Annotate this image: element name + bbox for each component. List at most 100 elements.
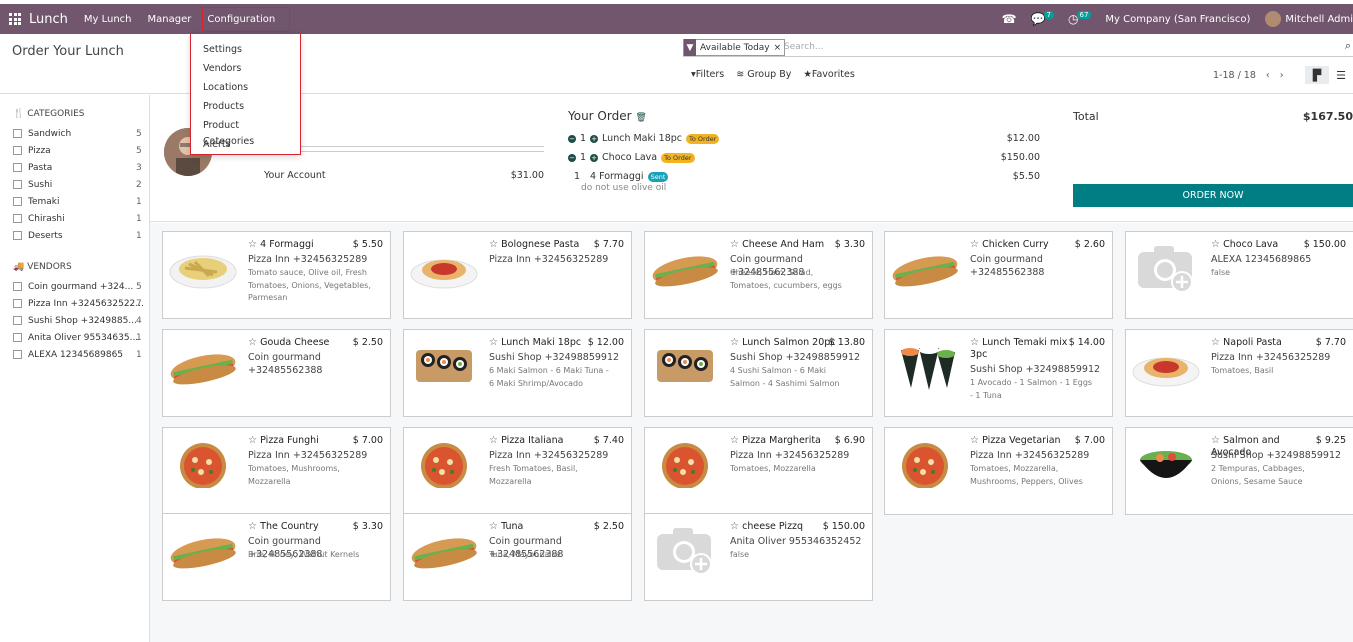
filters-button[interactable]: ▾Filters [691, 69, 724, 80]
product-card[interactable]: ☆ Chicken Curry $ 2.60 Coin gourmand +3248… [884, 231, 1113, 319]
favorite-star-icon[interactable]: ☆ [489, 521, 501, 532]
menu-configuration[interactable]: Configuration [202, 6, 291, 32]
checkbox[interactable] [13, 299, 22, 308]
group-by-button[interactable]: ≋ Group By [736, 69, 791, 80]
category-filter-row[interactable]: Chirashi 1 [0, 210, 149, 227]
product-card[interactable]: ☆ 4 Formaggi $ 5.50 Pizza Inn +32456325289… [162, 231, 391, 319]
vendor-filter-row[interactable]: Pizza Inn +3245632522... 7 [0, 295, 149, 312]
checkbox[interactable] [13, 333, 22, 342]
product-card[interactable]: ☆ Lunch Maki 18pc $ 12.00 Sushi Shop +3249… [403, 329, 632, 417]
order-now-button[interactable]: ORDER NOW [1073, 184, 1353, 207]
favorite-star-icon[interactable]: ☆ [730, 337, 742, 348]
favorite-star-icon[interactable]: ☆ [489, 337, 501, 348]
vendor-filter-row[interactable]: Anita Oliver 95534635... 1 [0, 329, 149, 346]
product-card[interactable]: ☆ Napoli Pasta $ 7.70 Pizza Inn +324563252… [1125, 329, 1353, 417]
apps-menu-icon[interactable] [9, 13, 23, 25]
product-card[interactable]: ☆ The Country $ 3.30 Coin gourmand +324855… [162, 513, 391, 601]
increase-qty-icon[interactable]: + [590, 153, 599, 162]
category-filter-row[interactable]: Sushi 2 [0, 176, 149, 193]
kanban-view-icon[interactable]: ▛ [1305, 66, 1329, 84]
search-icon[interactable]: ⌕ [1345, 39, 1351, 53]
checkbox[interactable] [13, 282, 22, 291]
decrease-qty-icon[interactable]: − [568, 153, 576, 162]
favorite-star-icon[interactable]: ☆ [970, 435, 982, 446]
favorite-star-icon[interactable]: ☆ [489, 435, 501, 446]
activity-clock-icon[interactable]: ◷ 67 [1068, 11, 1092, 26]
menu-item-product-categories[interactable]: Product Categories [191, 118, 300, 147]
checkbox[interactable] [13, 146, 22, 155]
menu-item-vendors[interactable]: Vendors [191, 61, 300, 80]
product-card[interactable]: ☆ Pizza Italiana $ 7.40 Pizza Inn +3245632… [403, 427, 632, 515]
product-card[interactable]: ☆ Gouda Cheese $ 2.50 Coin gourmand +32485… [162, 329, 391, 417]
checkbox[interactable] [13, 350, 22, 359]
checkbox[interactable] [13, 231, 22, 240]
checkbox[interactable] [13, 197, 22, 206]
checkbox[interactable] [13, 180, 22, 189]
trash-icon[interactable]: 🗑 [635, 113, 646, 123]
product-image [167, 340, 239, 390]
product-card[interactable]: ☆ Choco Lava $ 150.00 ALEXA 12345689865 fal… [1125, 231, 1353, 319]
product-card[interactable]: ☆ Pizza Funghi $ 7.00 Pizza Inn +324563252… [162, 427, 391, 515]
menu-item-settings[interactable]: Settings [191, 42, 300, 61]
app-brand[interactable]: Lunch [29, 12, 68, 27]
search-input[interactable]: Search... [784, 42, 824, 52]
messages-icon[interactable]: 💬 7 [1031, 11, 1055, 26]
category-filter-row[interactable]: Temaki 1 [0, 193, 149, 210]
vendor-filter-row[interactable]: Coin gourmand +324... 5 [0, 278, 149, 295]
product-card[interactable]: ☆ Lunch Temaki mix 3pc $ 14.00 Sushi Shop … [884, 329, 1113, 417]
user-avatar[interactable] [1265, 11, 1282, 27]
checkbox[interactable] [13, 214, 22, 223]
company-switcher[interactable]: My Company (San Francisco) [1105, 14, 1250, 25]
favorite-star-icon[interactable]: ☆ [730, 435, 742, 446]
menu-item-locations[interactable]: Locations [191, 80, 300, 99]
product-price: $ 12.00 [587, 337, 624, 348]
product-card[interactable]: ☆ Salmon and Avocado $ 9.25 Sushi Shop +32… [1125, 427, 1353, 515]
category-filter-row[interactable]: Sandwich 5 [0, 125, 149, 142]
menu-manager[interactable]: Manager [148, 14, 192, 25]
pager-next-icon[interactable]: › [1280, 70, 1284, 81]
checkbox[interactable] [13, 129, 22, 138]
favorites-button[interactable]: ★Favorites [803, 69, 854, 80]
vendor-filter-row[interactable]: ALEXA 12345689865 1 [0, 346, 149, 363]
menu-item-products[interactable]: Products [191, 99, 300, 118]
favorite-star-icon[interactable]: ☆ [1211, 435, 1223, 446]
favorite-star-icon[interactable]: ☆ [1211, 337, 1223, 348]
category-filter-row[interactable]: Pizza 5 [0, 142, 149, 159]
user-menu[interactable]: Mitchell Admi [1285, 14, 1353, 25]
product-card[interactable]: ☆ Pizza Margherita $ 6.90 Pizza Inn +32456… [644, 427, 873, 515]
favorite-star-icon[interactable]: ☆ [248, 239, 260, 250]
list-view-icon[interactable]: ☰ [1329, 66, 1353, 84]
favorite-star-icon[interactable]: ☆ [970, 337, 982, 348]
product-card[interactable]: ☆ Lunch Salmon 20pc $ 13.80 Sushi Shop +32… [644, 329, 873, 417]
product-card[interactable]: ☆ Bolognese Pasta $ 7.70 Pizza Inn +324563… [403, 231, 632, 319]
category-filter-row[interactable]: Pasta 3 [0, 159, 149, 176]
favorite-star-icon[interactable]: ☆ [730, 239, 742, 250]
favorite-star-icon[interactable]: ☆ [1211, 239, 1223, 250]
menu-my-lunch[interactable]: My Lunch [84, 14, 132, 25]
category-filter-row[interactable]: Deserts 1 [0, 227, 149, 244]
product-description: Tomatoes, Mozzarella, Mushrooms, Peppers… [970, 464, 1083, 486]
pager-value[interactable]: 1-18 / 18 [1213, 70, 1256, 81]
checkbox[interactable] [13, 163, 22, 172]
product-card[interactable]: ☆ Cheese And Ham $ 3.30 Coin gourmand +324… [644, 231, 873, 319]
product-card[interactable]: ☆ Tuna $ 2.50 Coin gourmand +32485562388 Tu… [403, 513, 632, 601]
favorite-star-icon[interactable]: ☆ [489, 239, 501, 250]
favorite-star-icon[interactable]: ☆ [730, 521, 742, 532]
pager-prev-icon[interactable]: ‹ [1266, 70, 1270, 81]
favorite-star-icon[interactable]: ☆ [248, 337, 260, 348]
product-card[interactable]: ☆ Pizza Vegetarian $ 7.00 Pizza Inn +32456… [884, 427, 1113, 515]
phone-icon[interactable]: ☎ [1002, 12, 1017, 26]
location-field[interactable] [264, 151, 544, 152]
decrease-qty-icon[interactable]: − [568, 134, 576, 143]
vendor-filter-row[interactable]: Sushi Shop +3249885... 4 [0, 312, 149, 329]
activity-badge: 67 [1076, 11, 1092, 19]
search-bar[interactable]: ▼ Available Today × Search... ⌕ [683, 39, 1353, 57]
remove-facet-icon[interactable]: × [774, 43, 785, 53]
favorite-star-icon[interactable]: ☆ [248, 435, 260, 446]
favorite-star-icon[interactable]: ☆ [970, 239, 982, 250]
checkbox[interactable] [13, 316, 22, 325]
search-facet[interactable]: ▼ Available Today × [683, 39, 786, 56]
favorite-star-icon[interactable]: ☆ [248, 521, 260, 532]
increase-qty-icon[interactable]: + [590, 134, 599, 143]
product-card[interactable]: ☆ cheese Pizzq $ 150.00 Anita Oliver 95534… [644, 513, 873, 601]
